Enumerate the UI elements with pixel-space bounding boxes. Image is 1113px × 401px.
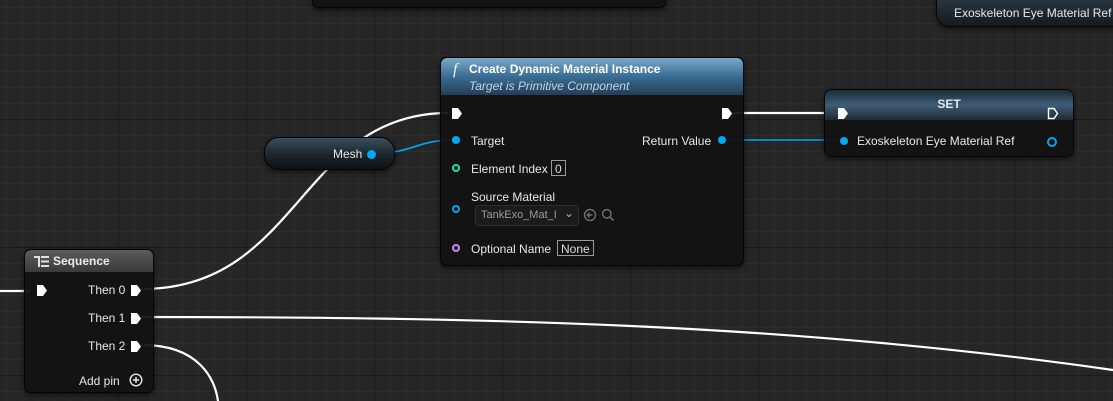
element-index-label: Element Index [471,162,548,176]
sequence-exec-in-pin[interactable] [36,284,48,297]
sequence-then-2-pin[interactable] [130,340,142,353]
set-var-in-pin[interactable] [840,137,848,145]
add-pin-label[interactable]: Add pin [79,374,120,388]
return-value-pin[interactable] [718,136,726,144]
optional-name-input[interactable]: None [557,240,594,256]
sequence-then-2-label: Then 2 [88,339,126,353]
sequence-icon [34,256,49,267]
mesh-output-pin[interactable] [367,150,376,159]
target-label: Target [471,134,505,148]
create-dynamic-material-instance-node[interactable]: f Create Dynamic Material Instance Targe… [440,57,744,266]
top-right-variable-node[interactable]: Exoskeleton Eye Material Ref [936,0,1113,27]
function-icon: f [453,61,458,78]
exec-wire-then1 [141,315,1113,372]
use-selected-asset-icon[interactable] [583,208,597,222]
source-material-label: Source Material [471,190,556,204]
sequence-then-0-label: Then 0 [88,283,126,297]
element-index-pin[interactable] [452,164,460,172]
optional-name-pin[interactable] [452,244,460,252]
set-var-label: Exoskeleton Eye Material Ref [857,134,1015,148]
top-right-variable-label: Exoskeleton Eye Material Ref [954,6,1112,20]
mesh-label: Mesh [333,147,363,161]
browse-asset-search-icon[interactable] [601,208,615,222]
sequence-then-1-label: Then 1 [88,311,126,325]
set-node-title: SET [937,97,961,111]
set-var-out-pin[interactable] [1047,137,1057,147]
set-node[interactable]: SET Exoskeleton Eye Material Ref [824,89,1074,157]
mesh-variable-node[interactable]: Mesh [264,137,395,170]
target-pin[interactable] [452,136,460,144]
node-subtitle: Target is Primitive Component [469,79,630,93]
top-partial-node[interactable] [312,0,666,8]
exec-out-pin[interactable] [721,107,733,120]
set-exec-out-pin[interactable] [1047,107,1059,120]
source-material-pin[interactable] [452,205,460,213]
optional-name-label: Optional Name [471,242,552,256]
source-material-value: TankExo_Mat_I [481,209,557,221]
sequence-then-1-pin[interactable] [130,312,142,325]
set-exec-in-pin[interactable] [837,107,849,120]
node-title: Create Dynamic Material Instance [469,62,661,76]
return-value-label: Return Value [642,134,712,148]
element-index-input[interactable]: 0 [551,160,566,176]
sequence-title: Sequence [53,254,110,268]
sequence-node[interactable]: Sequence Then 0 Then 1 Then 2 Add pin [24,249,154,393]
chevron-down-icon: ⌄ [563,206,574,220]
add-pin-plus-icon[interactable] [129,373,143,387]
sequence-then-0-pin[interactable] [130,284,142,297]
source-material-dropdown[interactable]: TankExo_Mat_I ⌄ [475,205,579,226]
exec-in-pin[interactable] [451,107,463,120]
